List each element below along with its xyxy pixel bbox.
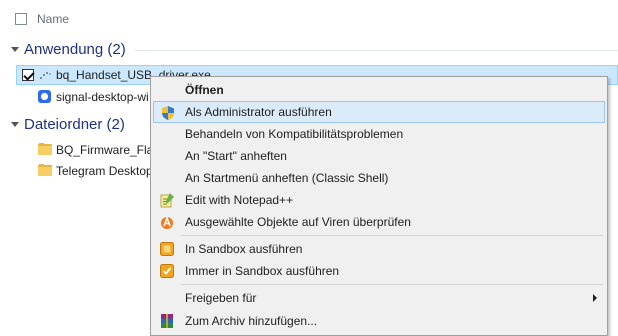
file-name[interactable]: signal-desktop-wi [56, 90, 149, 104]
menu-item-share-with[interactable]: Freigeben für [153, 287, 605, 309]
folder-icon [38, 143, 52, 155]
menu-item-always-run-in-sandbox[interactable]: Immer in Sandbox ausführen [153, 260, 605, 282]
sandbox-icon [160, 242, 174, 256]
group-title-anwendung[interactable]: Anwendung (2) [24, 41, 126, 58]
folder-name[interactable]: Telegram Desktop [56, 164, 153, 178]
column-header: Name [0, 0, 618, 34]
context-menu: Öffnen Als Administrator ausführen Behan… [150, 76, 608, 336]
avast-icon [161, 215, 173, 229]
select-all-checkbox[interactable] [15, 13, 27, 25]
collapse-chevron-icon[interactable] [11, 122, 19, 127]
collapse-chevron-icon[interactable] [11, 47, 19, 52]
menu-separator [181, 235, 603, 236]
menu-item-compatibility-troubleshoot[interactable]: Behandeln von Kompatibilitätsproblemen [153, 123, 605, 145]
menu-item-open[interactable]: Öffnen [153, 79, 605, 101]
notepad-plus-plus-icon [160, 193, 174, 208]
menu-item-pin-to-start[interactable]: An "Start" anheften [153, 145, 605, 167]
uac-shield-icon [162, 106, 174, 120]
submenu-arrow-icon [593, 294, 597, 302]
menu-item-run-in-sandbox[interactable]: In Sandbox ausführen [153, 238, 605, 260]
name-column-header[interactable]: Name [37, 12, 69, 26]
menu-item-pin-to-classic-shell[interactable]: An Startmenü anheften (Classic Shell) [153, 167, 605, 189]
menu-item-run-as-admin[interactable]: Als Administrator ausführen [153, 101, 605, 123]
exe-file-icon [40, 72, 51, 79]
group-divider [135, 50, 618, 51]
menu-item-edit-notepad-plus-plus[interactable]: Edit with Notepad++ [153, 189, 605, 211]
file-checkbox[interactable] [22, 69, 34, 81]
menu-separator [181, 284, 603, 285]
folder-icon [38, 164, 52, 176]
menu-item-add-to-archive[interactable]: Zum Archiv hinzufügen... [153, 310, 605, 332]
menu-item-virus-scan[interactable]: Ausgewählte Objekte auf Viren überprüfen [153, 211, 605, 233]
winrar-icon [161, 314, 173, 328]
group-title-dateiordner[interactable]: Dateiordner (2) [24, 116, 125, 133]
signal-app-icon [38, 90, 51, 103]
folder-name[interactable]: BQ_Firmware_Flas [56, 143, 159, 157]
sandbox-always-icon [160, 264, 174, 278]
